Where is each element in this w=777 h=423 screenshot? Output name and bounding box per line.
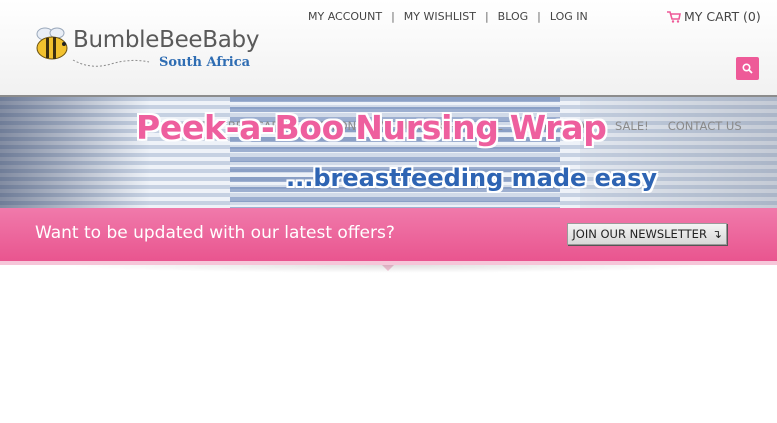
cart-link[interactable]: MY CART (0)	[667, 9, 761, 24]
separator: |	[391, 10, 395, 23]
join-newsletter-button[interactable]: JOIN OUR NEWSLETTER ↴	[567, 223, 727, 245]
site-logo[interactable]: BumbleBeeBaby South Africa	[33, 24, 273, 76]
bee-icon	[36, 27, 68, 60]
banner-headline: Peek-a-Boo Nursing Wrap	[136, 108, 607, 147]
top-links: MY ACCOUNT | MY WISHLIST | BLOG | LOG IN	[308, 10, 588, 23]
logo-flight-path	[72, 59, 150, 67]
separator: |	[537, 10, 541, 23]
search-button[interactable]	[736, 57, 759, 80]
newsletter-prompt: Want to be updated with our latest offer…	[35, 223, 395, 243]
my-wishlist-link[interactable]: MY WISHLIST	[404, 10, 476, 23]
banner-shade	[0, 97, 150, 208]
separator: |	[484, 10, 489, 23]
logo-name: BumbleBeeBaby	[73, 27, 260, 53]
search-icon	[742, 63, 753, 74]
log-in-link[interactable]: LOG IN	[550, 10, 588, 23]
join-newsletter-label: JOIN OUR NEWSLETTER	[572, 227, 707, 241]
banner-tagline: ...breastfeeding made easy	[286, 164, 658, 192]
my-account-link[interactable]: MY ACCOUNT	[308, 10, 382, 23]
logo-subtitle: South Africa	[159, 55, 251, 70]
cart-label: MY CART (0)	[684, 9, 761, 24]
nav-item-contact-us[interactable]: CONTACT US	[668, 119, 742, 133]
blog-link[interactable]: BLOG	[498, 10, 528, 23]
arrow-down-icon: ↴	[711, 227, 722, 241]
cart-icon	[667, 10, 681, 23]
section-shadow	[60, 265, 720, 273]
nav-item-sale[interactable]: SALE!	[615, 119, 649, 133]
